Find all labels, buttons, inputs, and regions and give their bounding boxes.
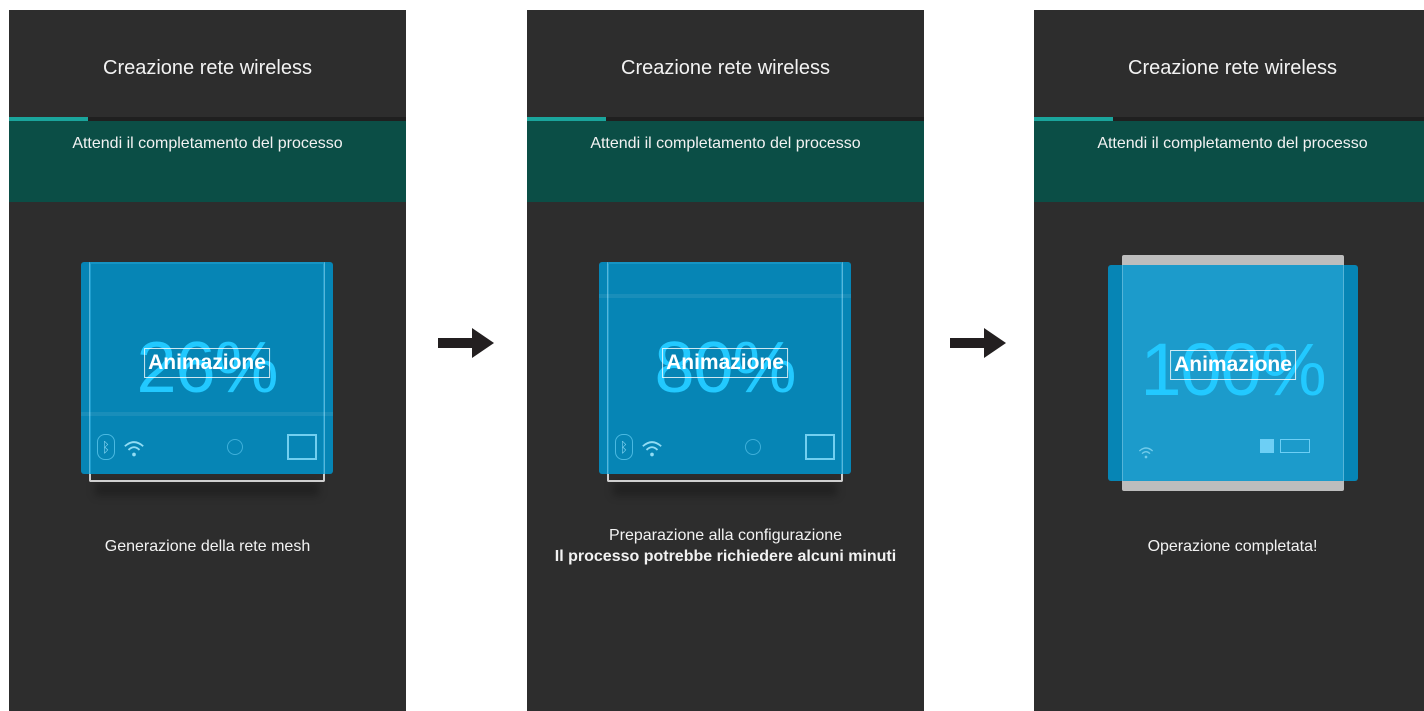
banner-text: Attendi il completamento del processo bbox=[72, 135, 343, 152]
status-line-1: Preparazione alla configurazione bbox=[608, 527, 843, 544]
wifi-icon bbox=[642, 441, 662, 457]
dot-icon bbox=[227, 439, 243, 455]
status-line-1: Generazione della rete mesh bbox=[104, 538, 311, 555]
status-text: Generazione della rete mesh bbox=[9, 536, 406, 557]
bluetooth-icon: ᛒ bbox=[97, 434, 115, 460]
device-status-icons bbox=[1138, 435, 1314, 461]
square-filled bbox=[1260, 439, 1274, 453]
status-text: Operazione completata! bbox=[1034, 536, 1424, 557]
dot-icon bbox=[745, 439, 761, 455]
animation-placeholder: Animazione bbox=[662, 348, 788, 378]
device-shadow bbox=[613, 482, 837, 496]
device-status-icons: ᛒ bbox=[615, 434, 835, 460]
arrow-right-icon bbox=[950, 328, 1006, 358]
bluetooth-icon: ᛒ bbox=[615, 434, 633, 460]
device-animation: 100% Animazione bbox=[1108, 255, 1358, 491]
screen-title: Creazione rete wireless bbox=[621, 57, 830, 79]
square-icon bbox=[287, 434, 317, 460]
animation-placeholder: Animazione bbox=[1170, 350, 1296, 380]
animation-placeholder: Animazione bbox=[144, 348, 270, 378]
square-icon bbox=[805, 434, 835, 460]
screen-title: Creazione rete wireless bbox=[1128, 57, 1337, 79]
square-icon bbox=[1260, 439, 1314, 453]
status-line-2: Il processo potrebbe richiedere alcuni m… bbox=[554, 548, 897, 565]
status-line-1: Operazione completata! bbox=[1147, 538, 1318, 555]
device-animation: 26% Animazione ᛒ bbox=[81, 262, 333, 496]
wifi-icon bbox=[124, 441, 144, 457]
screen-step-3: Creazione rete wireless Attendi il compl… bbox=[1034, 10, 1424, 711]
banner-text: Attendi il completamento del processo bbox=[1097, 135, 1368, 152]
info-banner: Attendi il completamento del processo bbox=[9, 121, 406, 202]
device-shadow bbox=[95, 482, 319, 496]
square-outline bbox=[1280, 439, 1310, 453]
screen-step-1: Creazione rete wireless Attendi il compl… bbox=[9, 10, 406, 711]
device-animation: 80% Animazione ᛒ bbox=[599, 262, 851, 496]
arrow-right-icon bbox=[438, 328, 494, 358]
info-banner: Attendi il completamento del processo bbox=[527, 121, 924, 202]
banner-text: Attendi il completamento del processo bbox=[590, 135, 861, 152]
wifi-icon bbox=[1138, 447, 1154, 459]
screen-title: Creazione rete wireless bbox=[103, 57, 312, 79]
status-text: Preparazione alla configurazione Il proc… bbox=[527, 525, 924, 567]
device-status-icons: ᛒ bbox=[97, 434, 317, 460]
screen-step-2: Creazione rete wireless Attendi il compl… bbox=[527, 10, 924, 711]
info-banner: Attendi il completamento del processo bbox=[1034, 121, 1424, 202]
